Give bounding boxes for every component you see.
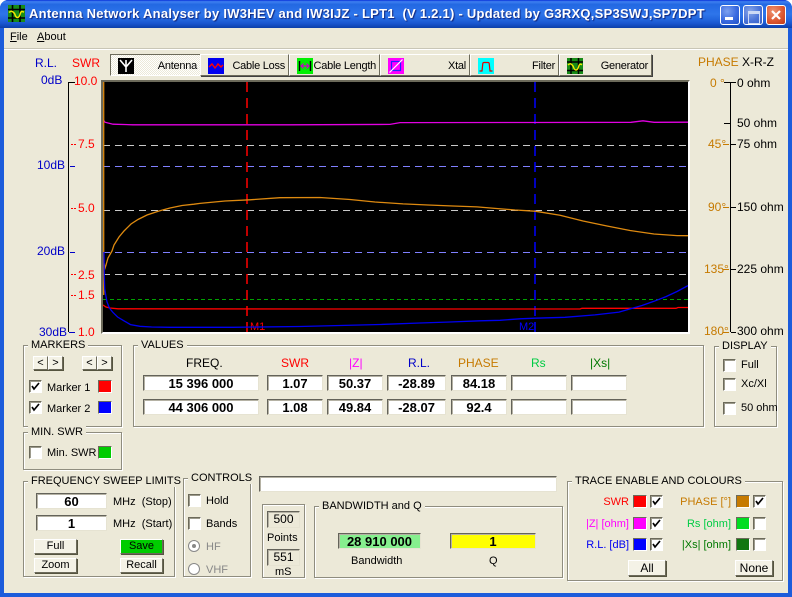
svg-text:M2: M2 xyxy=(519,321,534,332)
